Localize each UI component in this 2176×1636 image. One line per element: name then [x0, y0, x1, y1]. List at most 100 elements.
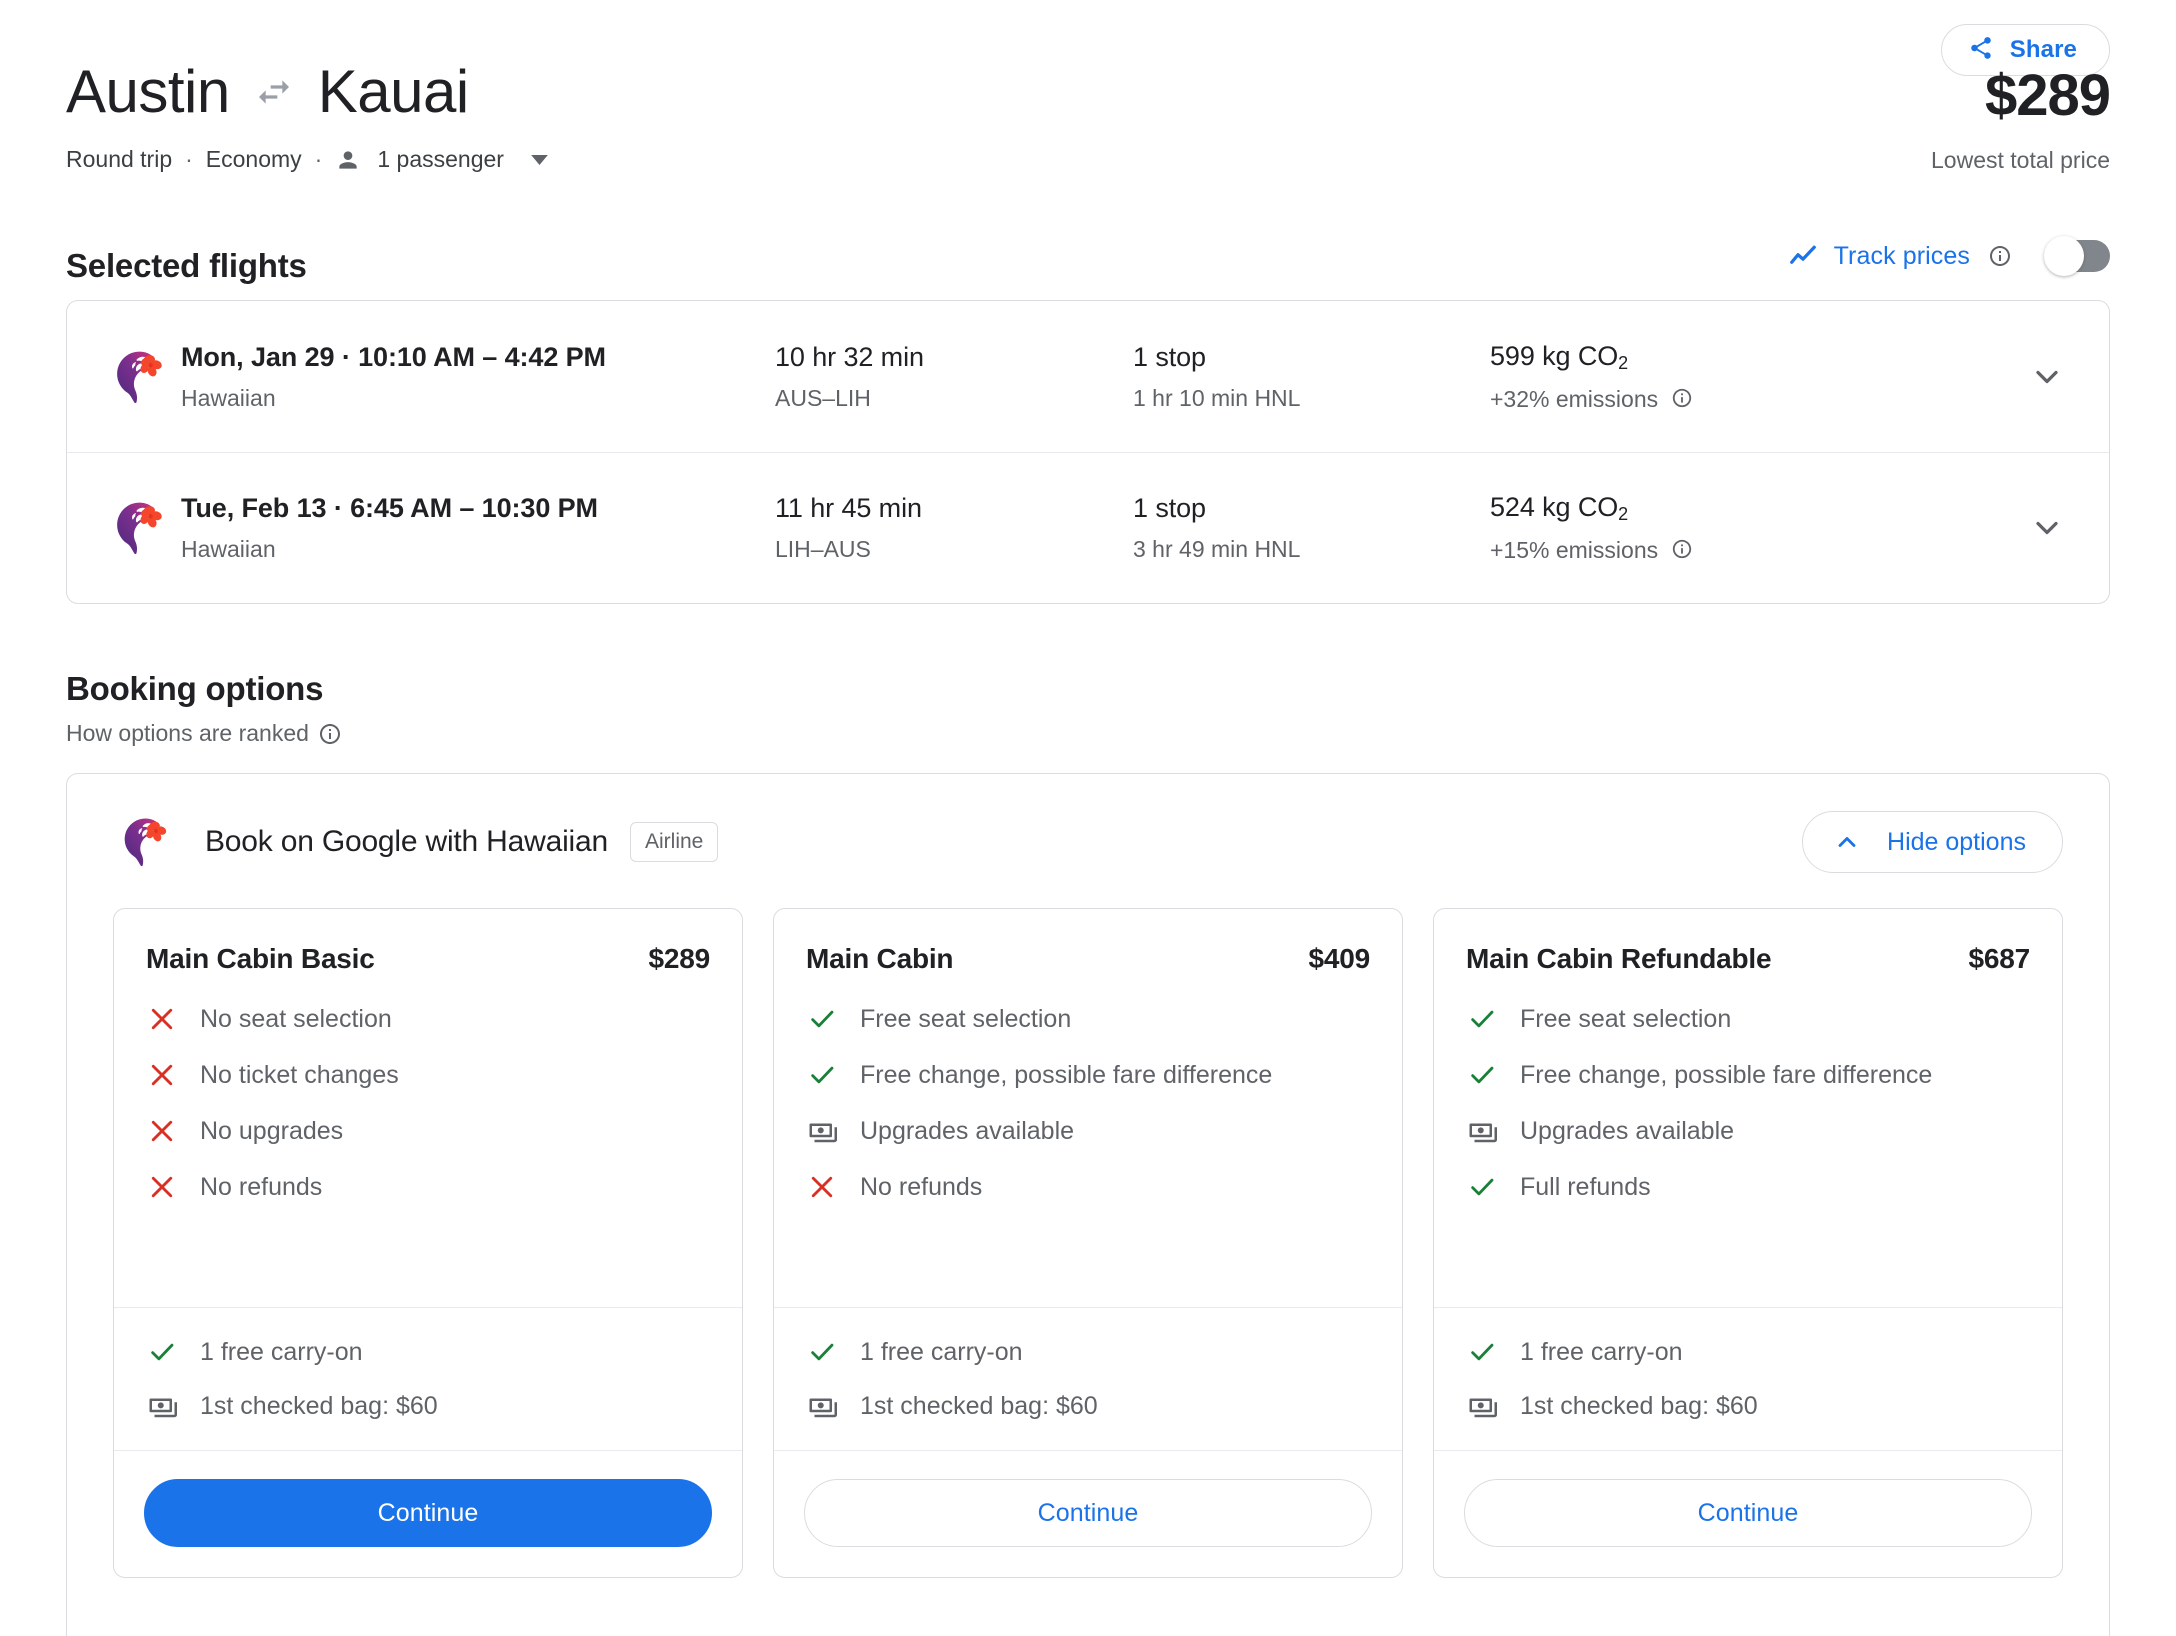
flight-co2: 524 kg CO2: [1490, 492, 2005, 525]
toggle-knob: [2044, 236, 2084, 276]
track-prices-toggle[interactable]: [2044, 236, 2110, 276]
continue-button[interactable]: Continue: [804, 1479, 1372, 1547]
fare-header: Main Cabin $409: [774, 909, 1402, 975]
info-icon[interactable]: [318, 722, 342, 746]
emissions-info-icon[interactable]: [1671, 387, 1693, 409]
flight-datetime: Mon, Jan 29 · 10:10 AM – 4:42 PM: [181, 341, 606, 372]
flight-stops: 1 stop: [1133, 341, 1206, 372]
check-icon: [1466, 1334, 1498, 1370]
money-icon: [146, 1388, 178, 1424]
fare-feature-label: Upgrades available: [1520, 1117, 1735, 1145]
x-icon: [146, 1169, 178, 1205]
flight-airline: Hawaiian: [181, 384, 276, 411]
hawaiian-airlines-logo-icon: [97, 500, 181, 556]
fare-feature-list: Free seat selection Free change, possibl…: [774, 975, 1402, 1307]
emissions-info-icon[interactable]: [1671, 538, 1693, 560]
fare-feature: Full refunds: [1466, 1169, 2030, 1205]
hawaiian-airlines-logo-icon: [113, 816, 177, 868]
swap-icon: [254, 72, 294, 112]
fare-baggage-item: 1st checked bag: $60: [146, 1388, 710, 1424]
check-icon: [1466, 1057, 1498, 1093]
share-icon: [1968, 35, 1994, 66]
flight-airline: Hawaiian: [181, 536, 276, 562]
fare-feature-label: No seat selection: [200, 1005, 392, 1033]
fare-feature-label: Free seat selection: [860, 1005, 1072, 1033]
fare-feature: No seat selection: [146, 1001, 710, 1037]
flight-layover: 3 hr 49 min HNL: [1133, 536, 1301, 562]
selected-flights-title: Selected flights: [66, 247, 307, 284]
track-prices-label[interactable]: Track prices: [1834, 242, 1970, 271]
x-icon: [146, 1001, 178, 1037]
flight-row[interactable]: Tue, Feb 13 · 6:45 AM – 10:30 PM Hawaiia…: [67, 452, 2109, 603]
flight-emissions-delta: +32% emissions: [1490, 385, 1659, 412]
flight-emissions-row: +15% emissions: [1490, 537, 2005, 564]
fare-baggage-item: 1 free carry-on: [1466, 1334, 2030, 1370]
continue-button[interactable]: Continue: [144, 1479, 712, 1547]
fare-feature: No upgrades: [146, 1113, 710, 1149]
fare-feature-list: Free seat selection Free change, possibl…: [1434, 975, 2062, 1307]
destination-city: Kauai: [317, 58, 469, 125]
summary-separator-1: ·: [185, 146, 193, 172]
flight-co2-subscript: 2: [1618, 352, 1629, 373]
passenger-count: 1 passenger: [377, 146, 504, 172]
fare-name: Main Cabin: [806, 943, 954, 974]
hide-options-button[interactable]: Hide options: [1802, 811, 2063, 873]
fare-baggage-item: 1 free carry-on: [146, 1334, 710, 1370]
x-icon: [146, 1057, 178, 1093]
fare-feature-label: Free seat selection: [1520, 1005, 1732, 1033]
fare-baggage-item: 1 free carry-on: [806, 1334, 1370, 1370]
fare-baggage-label: 1 free carry-on: [1520, 1338, 1683, 1366]
fare-feature: Upgrades available: [806, 1113, 1370, 1149]
share-button-label: Share: [2009, 36, 2077, 63]
fare-card: Main Cabin Refundable $687 Free seat sel…: [1433, 908, 2063, 1578]
flight-co2-value: 524 kg CO: [1490, 492, 1619, 522]
fare-baggage-item: 1st checked bag: $60: [806, 1388, 1370, 1424]
provider-row: Book on Google with Hawaiian Airline Hid…: [113, 774, 2063, 898]
fare-feature-label: No refunds: [860, 1173, 983, 1201]
fare-cta-wrap: Continue: [114, 1450, 742, 1577]
flight-row[interactable]: Mon, Jan 29 · 10:10 AM – 4:42 PM Hawaiia…: [67, 301, 2109, 452]
fare-header: Main Cabin Refundable $687: [1434, 909, 2062, 975]
flight-emissions-delta: +15% emissions: [1490, 537, 1659, 563]
fare-name: Main Cabin Basic: [146, 943, 375, 974]
fare-baggage-list: 1 free carry-on 1st checked bag: $60: [1434, 1307, 2062, 1450]
hawaiian-airlines-logo-icon: [97, 349, 181, 405]
how-options-ranked[interactable]: How options are ranked: [66, 720, 342, 747]
chevron-down-icon[interactable]: [531, 155, 548, 165]
flight-duration: 10 hr 32 min: [775, 341, 924, 372]
flight-stops-column: 1 stop 3 hr 49 min HNL: [1133, 493, 1490, 563]
money-icon: [806, 1113, 838, 1149]
chevron-up-icon: [1833, 828, 1861, 856]
flight-duration-column: 11 hr 45 min LIH–AUS: [775, 493, 1133, 563]
check-icon: [806, 1334, 838, 1370]
flight-emissions-column: 524 kg CO2 +15% emissions: [1490, 492, 2005, 564]
fare-feature: Upgrades available: [1466, 1113, 2030, 1149]
flight-stops-column: 1 stop 1 hr 10 min HNL: [1133, 342, 1490, 412]
fare-name: Main Cabin Refundable: [1466, 943, 1772, 974]
flight-duration: 11 hr 45 min: [775, 493, 922, 523]
fare-cta-wrap: Continue: [774, 1450, 1402, 1577]
trip-summary: Round trip · Economy · 1 passenger: [66, 146, 2110, 173]
summary-separator-2: ·: [314, 146, 323, 172]
fare-feature-label: Full refunds: [1520, 1173, 1651, 1201]
expand-flight-button[interactable]: [2005, 359, 2065, 395]
fare-feature-label: No upgrades: [200, 1117, 344, 1145]
fare-card: Main Cabin Basic $289 No seat selection …: [113, 908, 743, 1578]
route-title: Austin Kauai: [66, 62, 2110, 122]
x-icon: [806, 1169, 838, 1205]
info-icon[interactable]: [1988, 244, 2012, 268]
money-icon: [1466, 1388, 1498, 1424]
flight-booking-page: Share Austin Kauai Round trip · Economy …: [0, 0, 2176, 1636]
fare-feature: No refunds: [806, 1169, 1370, 1205]
fare-feature: No refunds: [146, 1169, 710, 1205]
continue-button[interactable]: Continue: [1464, 1479, 2032, 1547]
fare-baggage-list: 1 free carry-on 1st checked bag: $60: [774, 1307, 1402, 1450]
fare-feature: Free change, possible fare difference: [806, 1057, 1370, 1093]
expand-flight-button[interactable]: [2005, 510, 2065, 546]
fare-feature-list: No seat selection No ticket changes No u…: [114, 975, 742, 1307]
booking-provider-card: Book on Google with Hawaiian Airline Hid…: [66, 773, 2110, 1636]
check-icon: [806, 1001, 838, 1037]
person-icon: [335, 147, 361, 173]
total-price-caption: Lowest total price: [1931, 146, 2110, 173]
check-icon: [806, 1057, 838, 1093]
